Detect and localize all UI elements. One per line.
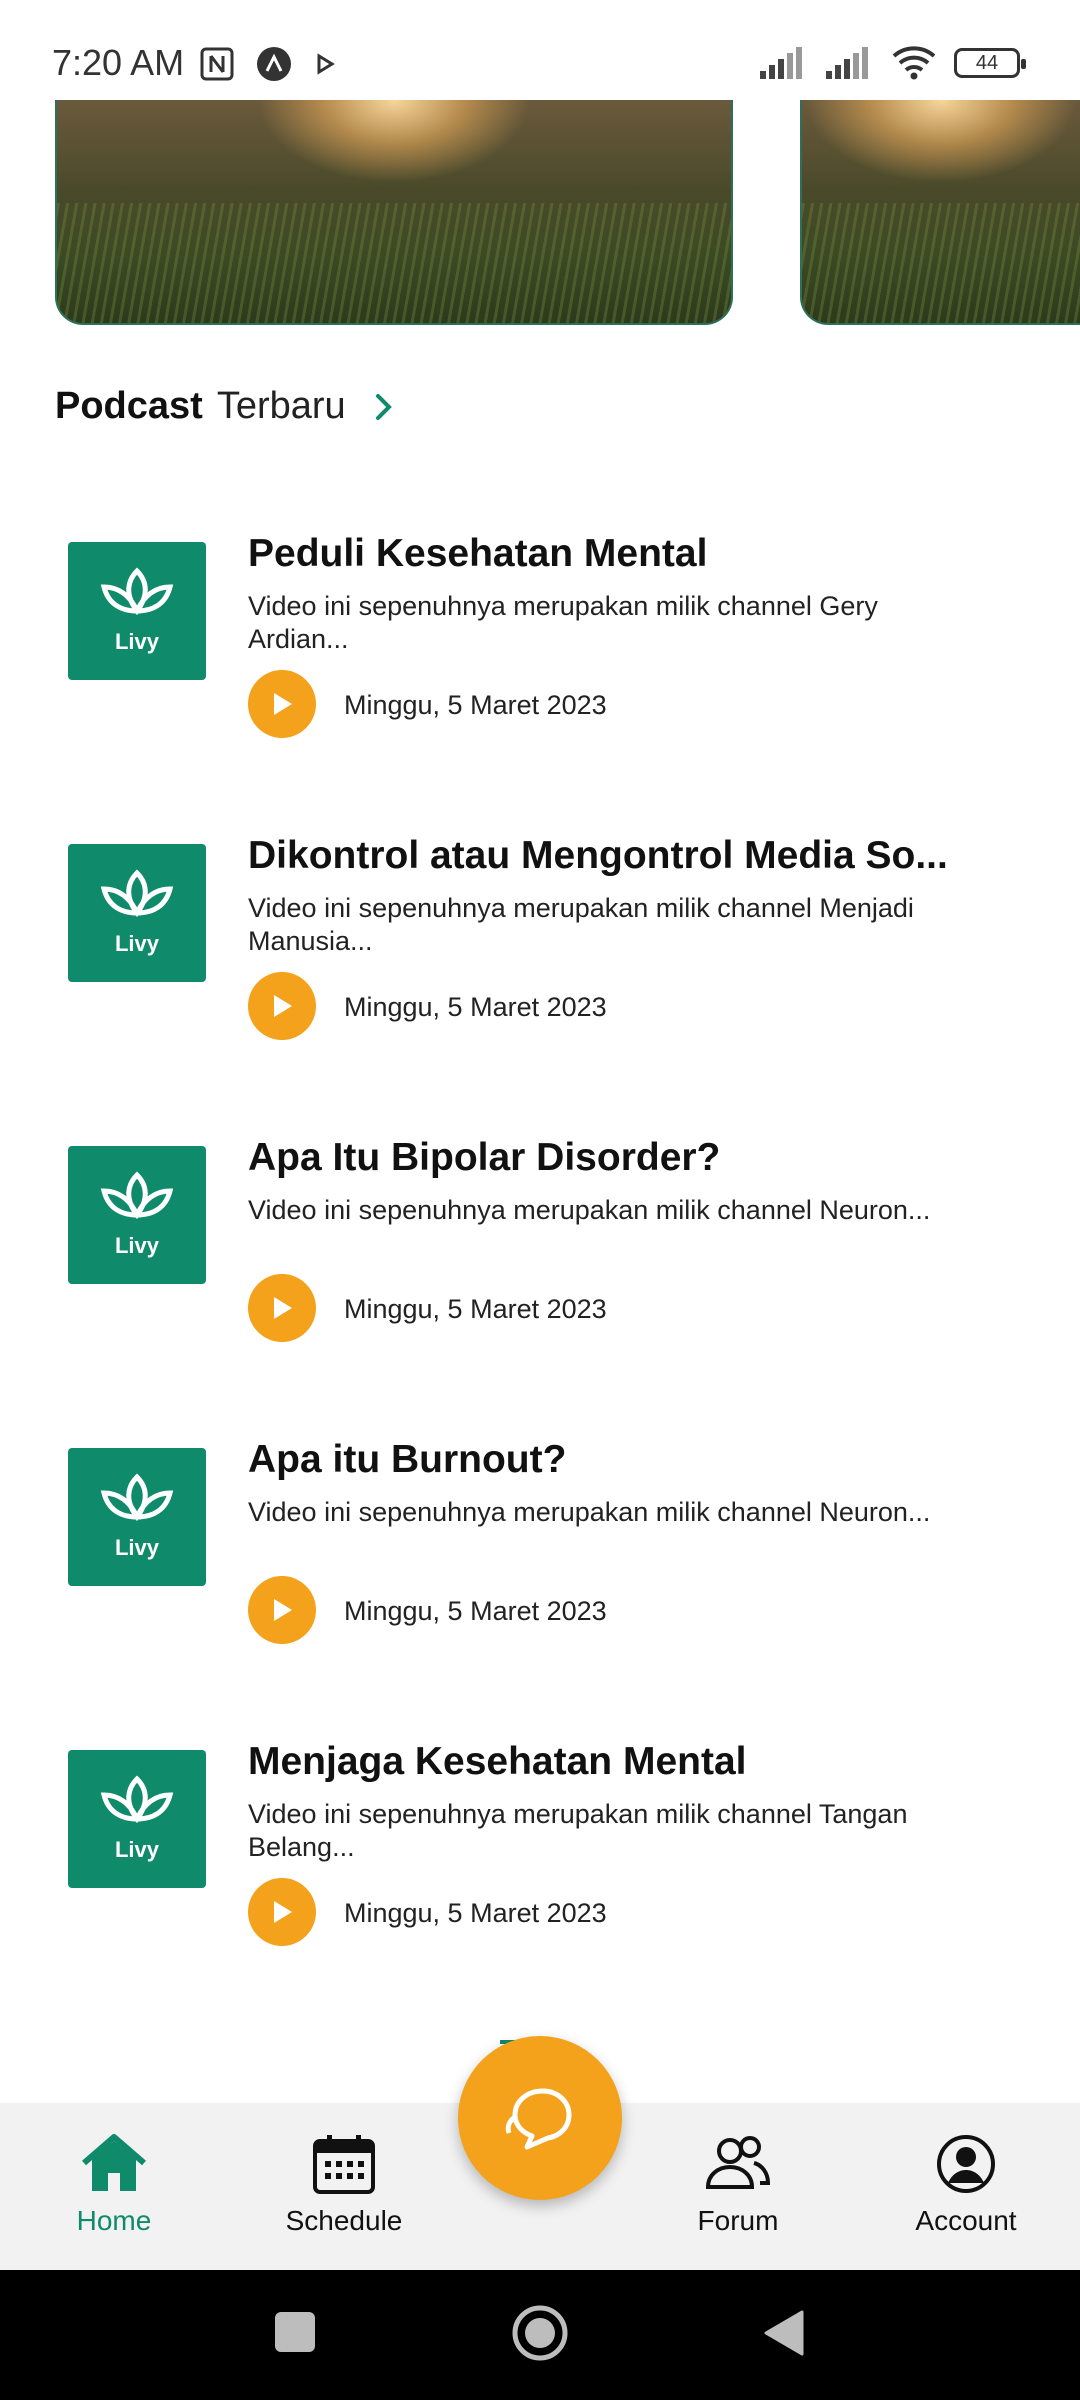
nav-label-home: Home	[76, 2205, 152, 2236]
thumbnail-label: Livy	[114, 1837, 160, 1862]
nav-item-forum[interactable]: Forum	[638, 2133, 838, 2237]
people-icon	[705, 2136, 771, 2189]
podcast-title: Peduli Kesehatan Mental	[248, 532, 708, 575]
nav-label-schedule: Schedule	[285, 2205, 403, 2236]
podcast-item[interactable]: Livy Peduli Kesehatan Mental Video ini s…	[0, 520, 1080, 780]
podcast-date: Minggu, 5 Maret 2023	[344, 1898, 607, 1928]
lotus-icon	[100, 1473, 174, 1522]
square-icon	[275, 2312, 315, 2352]
podcast-date: Minggu, 5 Maret 2023	[344, 992, 607, 1022]
podcast-title: Dikontrol atau Mengontrol Media So...	[248, 834, 948, 877]
lotus-icon	[100, 869, 174, 918]
signal-icon	[760, 47, 802, 79]
banner-image[interactable]	[55, 100, 733, 325]
play-button[interactable]	[248, 670, 316, 738]
chevron-right-icon[interactable]	[372, 392, 402, 422]
podcast-description: Video ini sepenuhnya merupakan milik cha…	[248, 893, 914, 956]
section-title-bold: Podcast	[55, 385, 203, 427]
chat-fab-button[interactable]	[458, 2036, 622, 2200]
recents-button[interactable]	[273, 2310, 317, 2359]
section-header-podcast[interactable]: Podcast Terbaru	[55, 385, 402, 428]
podcast-item[interactable]: Livy Menjaga Kesehatan Mental Video ini …	[0, 1728, 1080, 1988]
nav-item-schedule[interactable]: Schedule	[244, 2133, 444, 2237]
podcast-thumbnail: Livy	[68, 1146, 206, 1284]
play-icon	[274, 1599, 292, 1621]
thumbnail-label: Livy	[114, 629, 160, 654]
home-system-button[interactable]	[511, 2304, 569, 2367]
podcast-thumbnail: Livy	[68, 542, 206, 680]
chat-bubble-icon	[505, 2088, 572, 2150]
nav-label-account: Account	[915, 2205, 1017, 2236]
lotus-icon	[100, 1775, 174, 1824]
wifi-icon	[892, 46, 936, 80]
podcast-item[interactable]: Livy Dikontrol atau Mengontrol Media So.…	[0, 822, 1080, 1082]
play-button[interactable]	[248, 972, 316, 1040]
podcast-description: Video ini sepenuhnya merupakan milik cha…	[248, 1799, 908, 1862]
play-icon	[274, 693, 292, 715]
podcast-description: Video ini sepenuhnya merupakan milik cha…	[248, 1497, 931, 1527]
thumbnail-label: Livy	[114, 931, 160, 956]
play-icon	[317, 53, 335, 75]
account-icon	[937, 2135, 995, 2193]
home-icon	[82, 2134, 146, 2191]
play-button[interactable]	[248, 1576, 316, 1644]
podcast-title: Menjaga Kesehatan Mental	[248, 1740, 747, 1783]
podcast-title: Apa Itu Bipolar Disorder?	[248, 1136, 721, 1179]
lotus-icon	[100, 1171, 174, 1220]
app-a-icon	[257, 47, 291, 81]
play-icon	[274, 995, 292, 1017]
status-bar: 7:20 AM 44	[0, 0, 1080, 100]
battery-icon: 44	[954, 48, 1026, 78]
play-icon	[274, 1297, 292, 1319]
section-title-light: Terbaru	[216, 385, 346, 427]
play-button[interactable]	[248, 1274, 316, 1342]
back-triangle-icon	[764, 2310, 804, 2356]
podcast-thumbnail: Livy	[68, 1750, 206, 1888]
podcast-description: Video ini sepenuhnya merupakan milik cha…	[248, 1195, 931, 1225]
circle-icon	[512, 2305, 568, 2361]
banner-image[interactable]	[800, 100, 1080, 325]
nfc-icon	[200, 47, 234, 81]
nav-item-home[interactable]: Home	[14, 2133, 214, 2237]
podcast-date: Minggu, 5 Maret 2023	[344, 1294, 607, 1324]
lotus-icon	[100, 567, 174, 616]
nav-item-account[interactable]: Account	[866, 2133, 1066, 2237]
signal-icon	[826, 47, 868, 79]
podcast-date: Minggu, 5 Maret 2023	[344, 690, 607, 720]
podcast-date: Minggu, 5 Maret 2023	[344, 1596, 607, 1626]
system-nav-bar	[0, 2270, 1080, 2400]
thumbnail-label: Livy	[114, 1233, 160, 1258]
podcast-thumbnail: Livy	[68, 1448, 206, 1586]
calendar-icon	[313, 2135, 375, 2194]
nav-label-forum: Forum	[697, 2205, 779, 2236]
podcast-description: Video ini sepenuhnya merupakan milik cha…	[248, 591, 878, 654]
podcast-title: Apa itu Burnout?	[248, 1438, 567, 1481]
status-time: 7:20 AM	[52, 42, 185, 83]
podcast-item[interactable]: Livy Apa itu Burnout? Video ini sepenuhn…	[0, 1426, 1080, 1686]
podcast-thumbnail: Livy	[68, 844, 206, 982]
play-button[interactable]	[248, 1878, 316, 1946]
play-icon	[274, 1901, 292, 1923]
podcast-item[interactable]: Livy Apa Itu Bipolar Disorder? Video ini…	[0, 1124, 1080, 1384]
thumbnail-label: Livy	[114, 1535, 160, 1560]
back-button[interactable]	[762, 2308, 806, 2363]
